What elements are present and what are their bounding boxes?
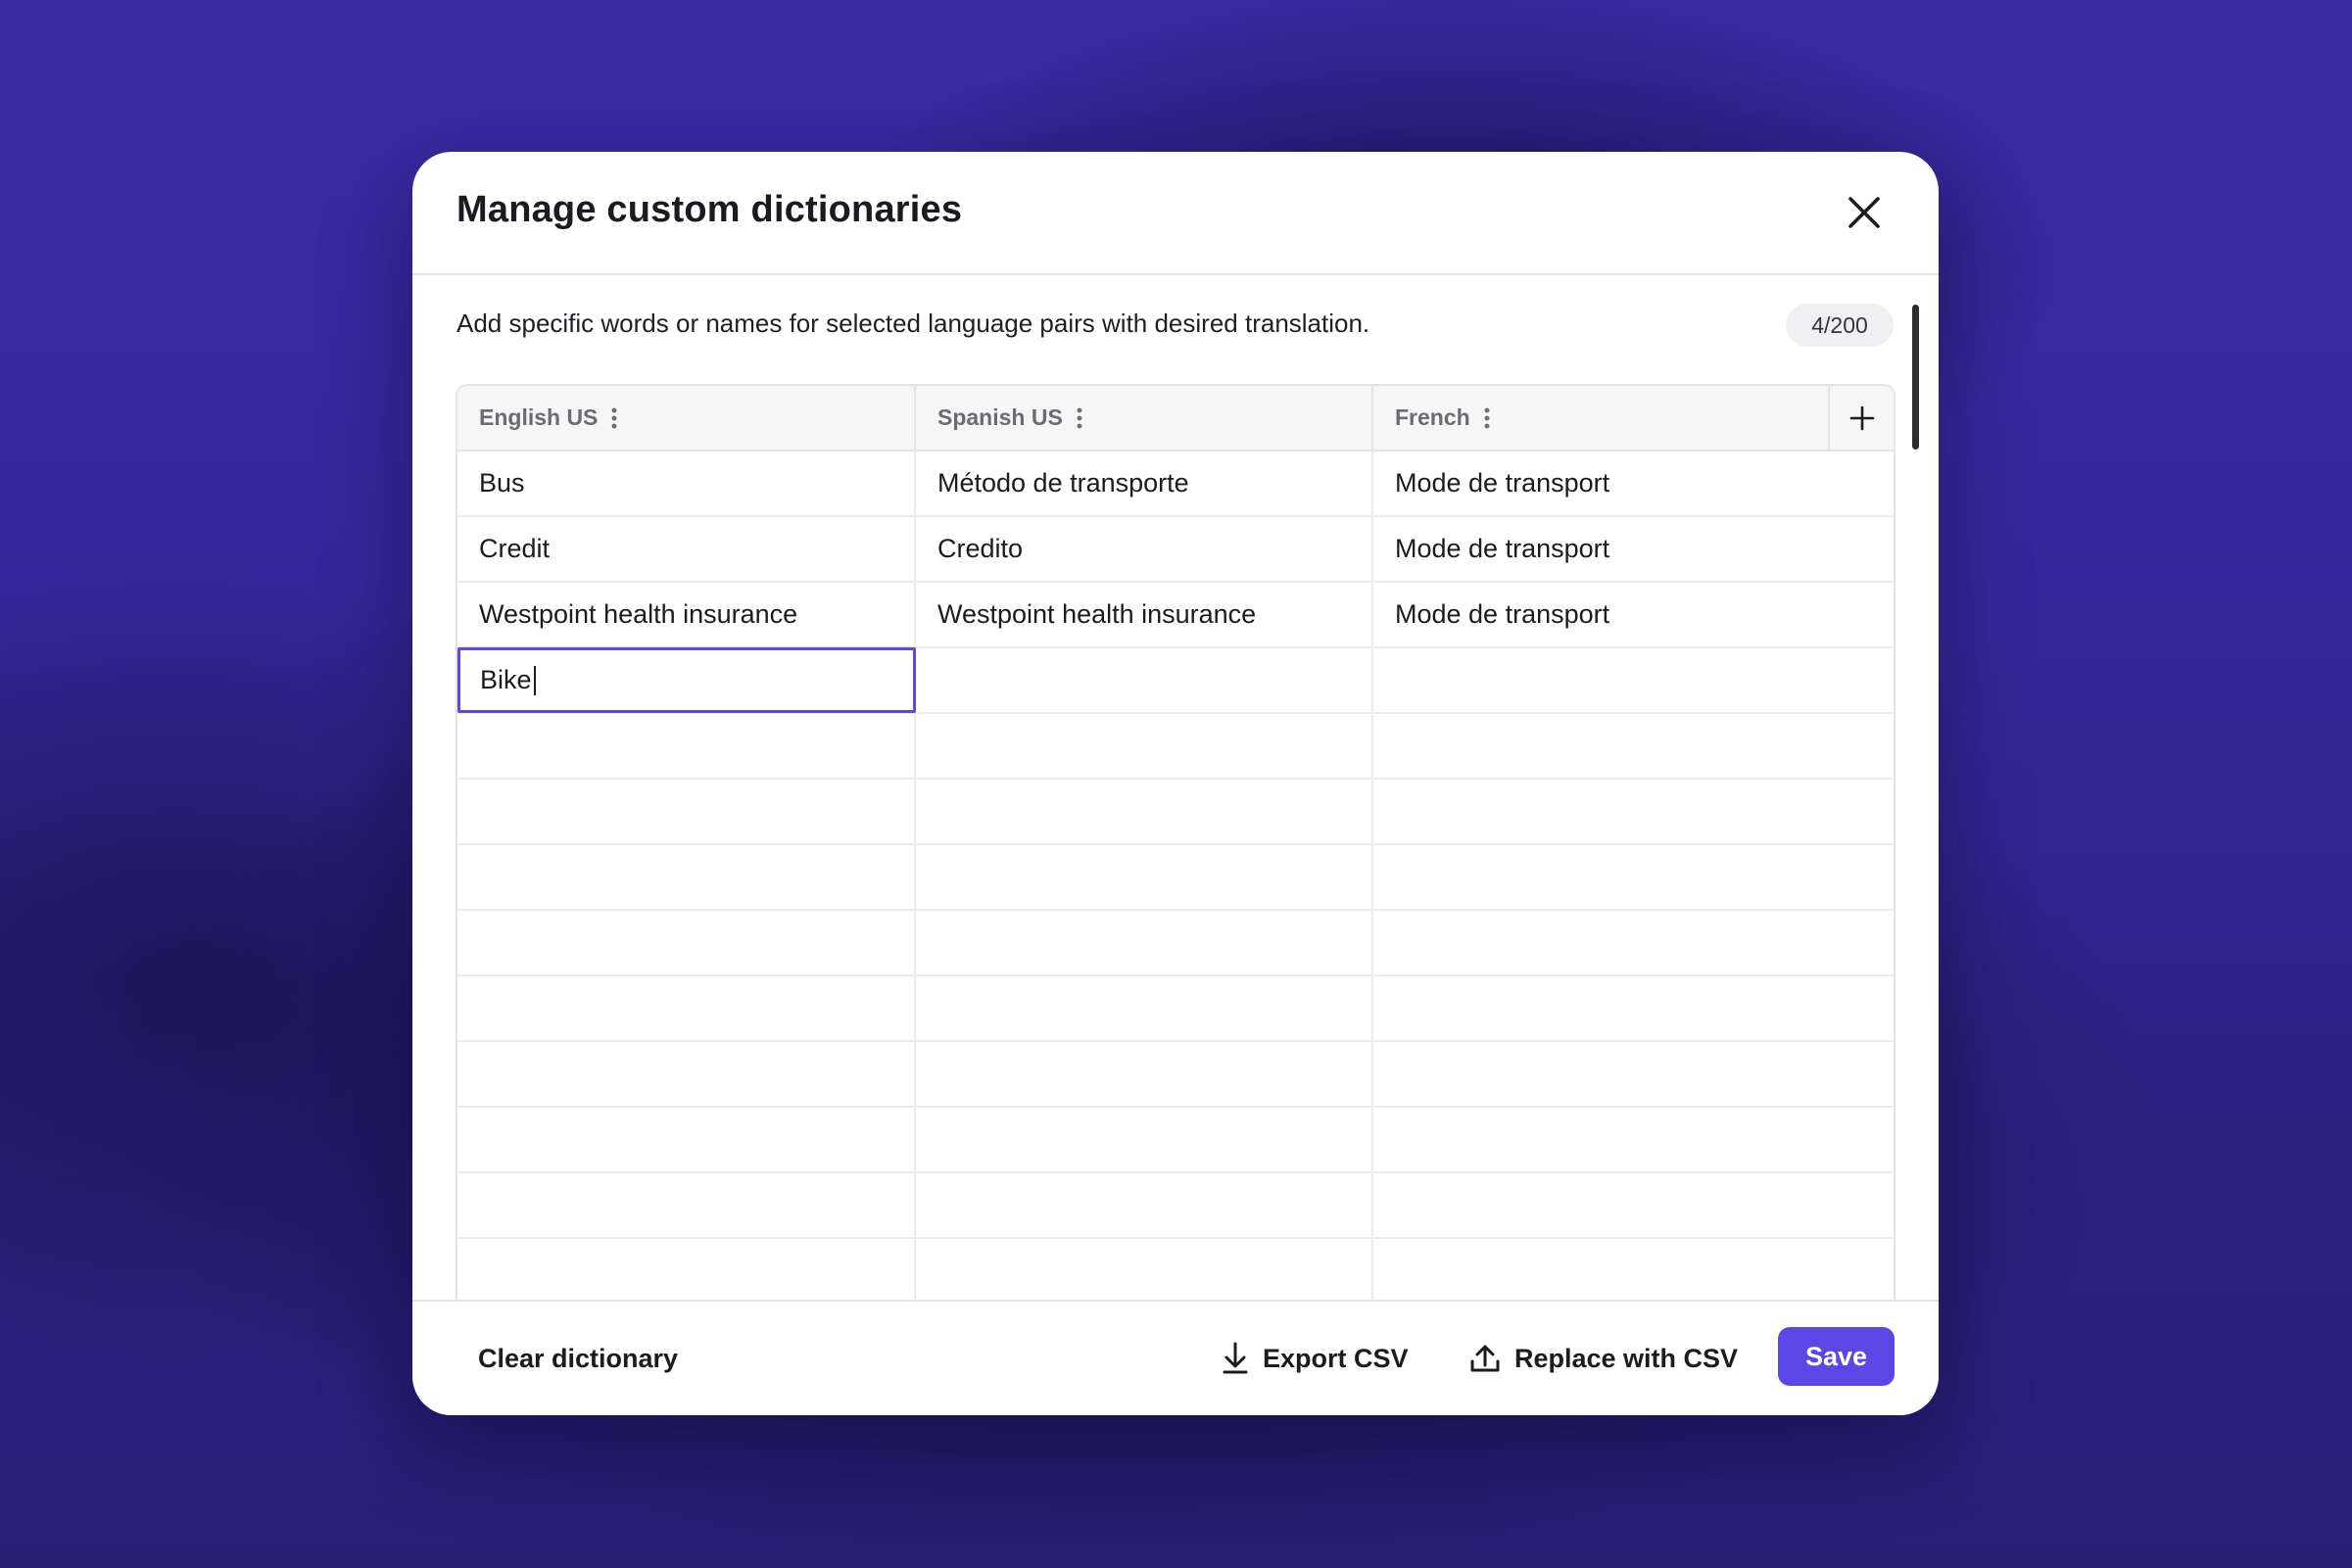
column-header-spanish[interactable]: Spanish US — [916, 386, 1373, 450]
table-cell[interactable]: Credito — [916, 517, 1373, 581]
cell-text: Bike — [480, 665, 532, 694]
close-button[interactable] — [1841, 189, 1888, 236]
table-cell[interactable] — [916, 714, 1373, 778]
table-cell[interactable] — [916, 845, 1373, 909]
download-icon — [1223, 1342, 1248, 1374]
table-row — [457, 1173, 1894, 1239]
entry-counter-badge: 4/200 — [1786, 304, 1894, 347]
modal-footer: Clear dictionary Export CSV Replace with… — [412, 1300, 1939, 1415]
table-row — [457, 1042, 1894, 1108]
export-csv-button[interactable]: Export CSV — [1222, 1302, 1409, 1415]
cell-text: Credit — [479, 534, 551, 563]
table-cell[interactable] — [916, 648, 1373, 712]
table-row — [457, 845, 1894, 911]
table-cell[interactable] — [1373, 648, 1894, 712]
plus-icon — [1849, 405, 1874, 430]
table-cell[interactable] — [1373, 714, 1894, 778]
table-cell[interactable] — [457, 1042, 916, 1106]
table-cell[interactable] — [916, 911, 1373, 974]
cell-text: Bus — [479, 468, 525, 498]
table-cell[interactable] — [916, 1173, 1373, 1237]
table-row — [457, 780, 1894, 845]
table-cell[interactable] — [1373, 1173, 1894, 1237]
table-cell[interactable]: Método de transporte — [916, 451, 1373, 515]
kebab-menu-icon[interactable] — [611, 407, 617, 429]
column-label: Spanish US — [937, 404, 1063, 430]
column-header-french[interactable]: French — [1373, 386, 1832, 450]
table-cell[interactable] — [1373, 1239, 1894, 1303]
cell-text: Mode de transport — [1395, 599, 1610, 629]
table-cell[interactable] — [457, 976, 916, 1040]
cell-text: Mode de transport — [1395, 534, 1610, 563]
cell-text: Westpoint health insurance — [937, 599, 1257, 629]
table-row — [457, 911, 1894, 976]
table-cell[interactable] — [457, 845, 916, 909]
kebab-menu-icon[interactable] — [1077, 407, 1082, 429]
editing-cell-input[interactable]: Bike — [457, 647, 916, 713]
column-header-english[interactable]: English US — [457, 386, 916, 450]
table-cell[interactable] — [1373, 1108, 1894, 1171]
close-icon — [1848, 197, 1880, 228]
cell-text: Westpoint health insurance — [479, 599, 798, 629]
kebab-menu-icon[interactable] — [1484, 407, 1490, 429]
save-button[interactable]: Save — [1778, 1327, 1895, 1386]
modal-title: Manage custom dictionaries — [456, 189, 963, 230]
table-cell[interactable] — [916, 976, 1373, 1040]
table-cell[interactable] — [916, 780, 1373, 843]
table-cell[interactable]: Mode de transport — [1373, 583, 1894, 646]
table-cell[interactable]: Westpoint health insurance — [916, 583, 1373, 646]
table-row: Bus Método de transporte Mode de transport — [457, 451, 1894, 517]
add-column-button[interactable] — [1828, 386, 1894, 450]
table-cell[interactable] — [457, 1173, 916, 1237]
dictionary-modal: Manage custom dictionaries Add specific … — [412, 152, 1939, 1415]
modal-description: Add specific words or names for selected… — [456, 309, 1370, 338]
table-cell[interactable]: Bus — [457, 451, 916, 515]
cell-text: Método de transporte — [937, 468, 1189, 498]
cell-text: Credito — [937, 534, 1024, 563]
table-row — [457, 1108, 1894, 1173]
dictionary-table: English US Spanish US French Bus Método … — [456, 384, 1896, 1415]
table-cell[interactable] — [1373, 845, 1894, 909]
cell-text: Mode de transport — [1395, 468, 1610, 498]
table-row — [457, 1239, 1894, 1305]
table-cell[interactable] — [457, 714, 916, 778]
table-cell[interactable]: Westpoint health insurance — [457, 583, 916, 646]
column-label: French — [1395, 404, 1470, 430]
table-cell[interactable]: Credit — [457, 517, 916, 581]
table-row — [457, 976, 1894, 1042]
table-row: Credit Credito Mode de transport — [457, 517, 1894, 583]
table-cell[interactable] — [457, 1108, 916, 1171]
table-cell[interactable] — [1373, 780, 1894, 843]
text-caret — [533, 665, 536, 695]
upload-icon — [1470, 1345, 1500, 1372]
table-row: Westpoint health insurance Westpoint heal… — [457, 583, 1894, 648]
table-cell[interactable] — [1373, 976, 1894, 1040]
replace-with-csv-label: Replace with CSV — [1514, 1343, 1739, 1373]
table-row — [457, 714, 1894, 780]
table-cell[interactable] — [1373, 911, 1894, 974]
table-cell[interactable] — [916, 1239, 1373, 1303]
table-cell[interactable] — [457, 780, 916, 843]
table-cell[interactable] — [916, 1042, 1373, 1106]
scrollbar-thumb[interactable] — [1912, 305, 1919, 450]
table-row: Bike — [457, 647, 1894, 714]
table-cell[interactable]: Mode de transport — [1373, 517, 1894, 581]
table-cell[interactable] — [916, 1108, 1373, 1171]
table-cell[interactable] — [457, 911, 916, 974]
column-label: English US — [479, 404, 599, 430]
table-cell[interactable] — [457, 1239, 916, 1303]
clear-dictionary-button[interactable]: Clear dictionary — [478, 1302, 678, 1415]
replace-with-csv-button[interactable]: Replace with CSV — [1469, 1302, 1738, 1415]
modal-header: Manage custom dictionaries — [412, 152, 1939, 275]
table-cell[interactable]: Mode de transport — [1373, 451, 1894, 515]
table-header: English US Spanish US French — [457, 386, 1894, 451]
export-csv-label: Export CSV — [1263, 1343, 1409, 1373]
table-cell[interactable] — [1373, 1042, 1894, 1106]
